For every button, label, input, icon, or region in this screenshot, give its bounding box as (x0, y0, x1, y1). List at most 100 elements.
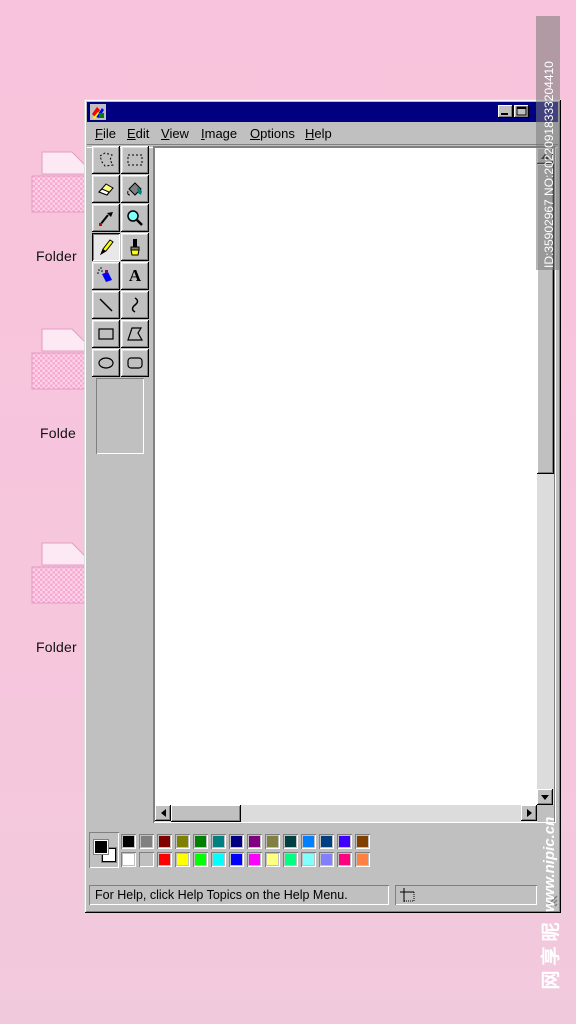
free-form-select-icon (99, 152, 114, 167)
eyedropper-icon (99, 212, 113, 226)
polygon-icon (127, 327, 144, 341)
tool-curve[interactable] (121, 291, 149, 319)
palette-swatch[interactable] (121, 834, 136, 849)
palette-swatch[interactable] (121, 852, 136, 867)
paint-app-icon[interactable] (90, 104, 106, 120)
folder-label: Folde (40, 425, 77, 441)
palette-swatch[interactable] (193, 852, 208, 867)
palette-swatch[interactable] (265, 834, 280, 849)
menu-bar: File Edit View Image Options Help (87, 123, 558, 143)
palette-swatch[interactable] (283, 834, 298, 849)
palette-swatch[interactable] (247, 834, 262, 849)
tool-polygon[interactable] (121, 320, 149, 348)
pencil-icon (99, 239, 114, 256)
palette-swatch[interactable] (211, 852, 226, 867)
folder-icon (31, 328, 86, 390)
maximize-button[interactable] (514, 105, 529, 118)
fill-bucket-icon (127, 182, 142, 196)
tool-text[interactable]: A (121, 262, 149, 290)
title-bar[interactable] (87, 102, 558, 122)
tool-magnifier[interactable] (121, 204, 149, 232)
paint-window: File Edit View Image Options Help A For … (84, 99, 561, 913)
tool-line[interactable] (92, 291, 120, 319)
palette-swatch[interactable] (283, 852, 298, 867)
desktop-folder-3[interactable]: Folder (0, 541, 86, 661)
tool-options-box[interactable] (96, 378, 144, 454)
palette-swatch[interactable] (211, 834, 226, 849)
folder-label: Folder (36, 248, 77, 264)
palette-swatch[interactable] (337, 852, 352, 867)
menu-options[interactable]: Options (250, 126, 295, 141)
rounded-rectangle-icon (127, 357, 143, 369)
palette-swatch[interactable] (157, 834, 172, 849)
maximize-icon (516, 106, 527, 116)
watermark-id-text: ID:35902967 NO:20220918333204410 (542, 61, 556, 268)
folder-icon (31, 542, 86, 604)
horizontal-scrollbar[interactable] (155, 805, 537, 822)
palette-swatch[interactable] (247, 852, 262, 867)
palette-swatch[interactable] (319, 852, 334, 867)
magnifier-icon (127, 210, 143, 226)
menu-edit[interactable]: Edit (127, 126, 149, 141)
palette-swatch[interactable] (319, 834, 334, 849)
curve-icon (131, 297, 139, 313)
status-help-text: For Help, click Help Topics on the Help … (89, 885, 389, 905)
watermark-brand: 昵享网 (540, 920, 564, 992)
palette-swatch[interactable] (355, 834, 370, 849)
tool-color-picker[interactable] (92, 204, 120, 232)
palette-swatch[interactable] (265, 852, 280, 867)
palette-swatch[interactable] (301, 834, 316, 849)
status-bar: For Help, click Help Topics on the Help … (87, 885, 558, 907)
tool-ellipse[interactable] (92, 349, 120, 377)
minimize-button[interactable] (498, 105, 513, 118)
eraser-icon (98, 183, 114, 196)
desktop-folder-1[interactable]: Folder (0, 150, 86, 270)
tool-free-form-select[interactable] (92, 146, 120, 174)
palette-swatch[interactable] (175, 834, 190, 849)
ellipse-icon (98, 357, 114, 369)
tool-rectangle[interactable] (92, 320, 120, 348)
brush-icon (130, 239, 140, 256)
watermark-brand-text: 昵享网 (541, 922, 562, 990)
crosshair-icon (400, 888, 415, 902)
airbrush-icon (97, 267, 112, 282)
minimize-icon (501, 113, 508, 115)
palette-swatch[interactable] (157, 852, 172, 867)
scroll-right-button[interactable] (521, 805, 537, 821)
rectangle-icon (98, 328, 114, 340)
line-icon (99, 298, 113, 312)
tool-eraser[interactable] (92, 175, 120, 203)
palette-swatch[interactable] (355, 852, 370, 867)
folder-icon (31, 151, 86, 213)
palette-swatch[interactable] (229, 852, 244, 867)
palette-swatch[interactable] (193, 834, 208, 849)
text-tool-icon: A (128, 266, 142, 285)
palette-swatch[interactable] (229, 834, 244, 849)
arrow-right-icon (526, 809, 532, 817)
watermark-url: www.nipic.cn (541, 816, 558, 912)
tool-pencil[interactable] (92, 233, 120, 261)
tool-fill-bucket[interactable] (121, 175, 149, 203)
horizontal-scroll-thumb[interactable] (171, 805, 241, 822)
menu-image[interactable]: Image (201, 126, 237, 141)
palette-swatch[interactable] (175, 852, 190, 867)
scroll-left-button[interactable] (155, 805, 171, 821)
palette-swatch[interactable] (301, 852, 316, 867)
tool-rectangle-select[interactable] (121, 146, 149, 174)
menu-help[interactable]: Help (305, 126, 332, 141)
menu-file[interactable]: File (95, 126, 116, 141)
tool-brush[interactable] (121, 233, 149, 261)
drawing-canvas[interactable] (155, 148, 537, 805)
tool-airbrush[interactable] (92, 262, 120, 290)
palette-swatch[interactable] (139, 852, 154, 867)
palette-swatch[interactable] (337, 834, 352, 849)
menu-view[interactable]: View (161, 126, 189, 141)
folder-label: Folder (36, 639, 77, 655)
palette-swatch[interactable] (139, 834, 154, 849)
desktop-folder-2[interactable]: Folde (0, 327, 86, 447)
rectangle-select-icon (127, 154, 143, 166)
color-palette (89, 832, 389, 872)
status-coordinates (395, 885, 537, 905)
current-colors-indicator (89, 832, 119, 868)
tool-rounded-rectangle[interactable] (121, 349, 149, 377)
